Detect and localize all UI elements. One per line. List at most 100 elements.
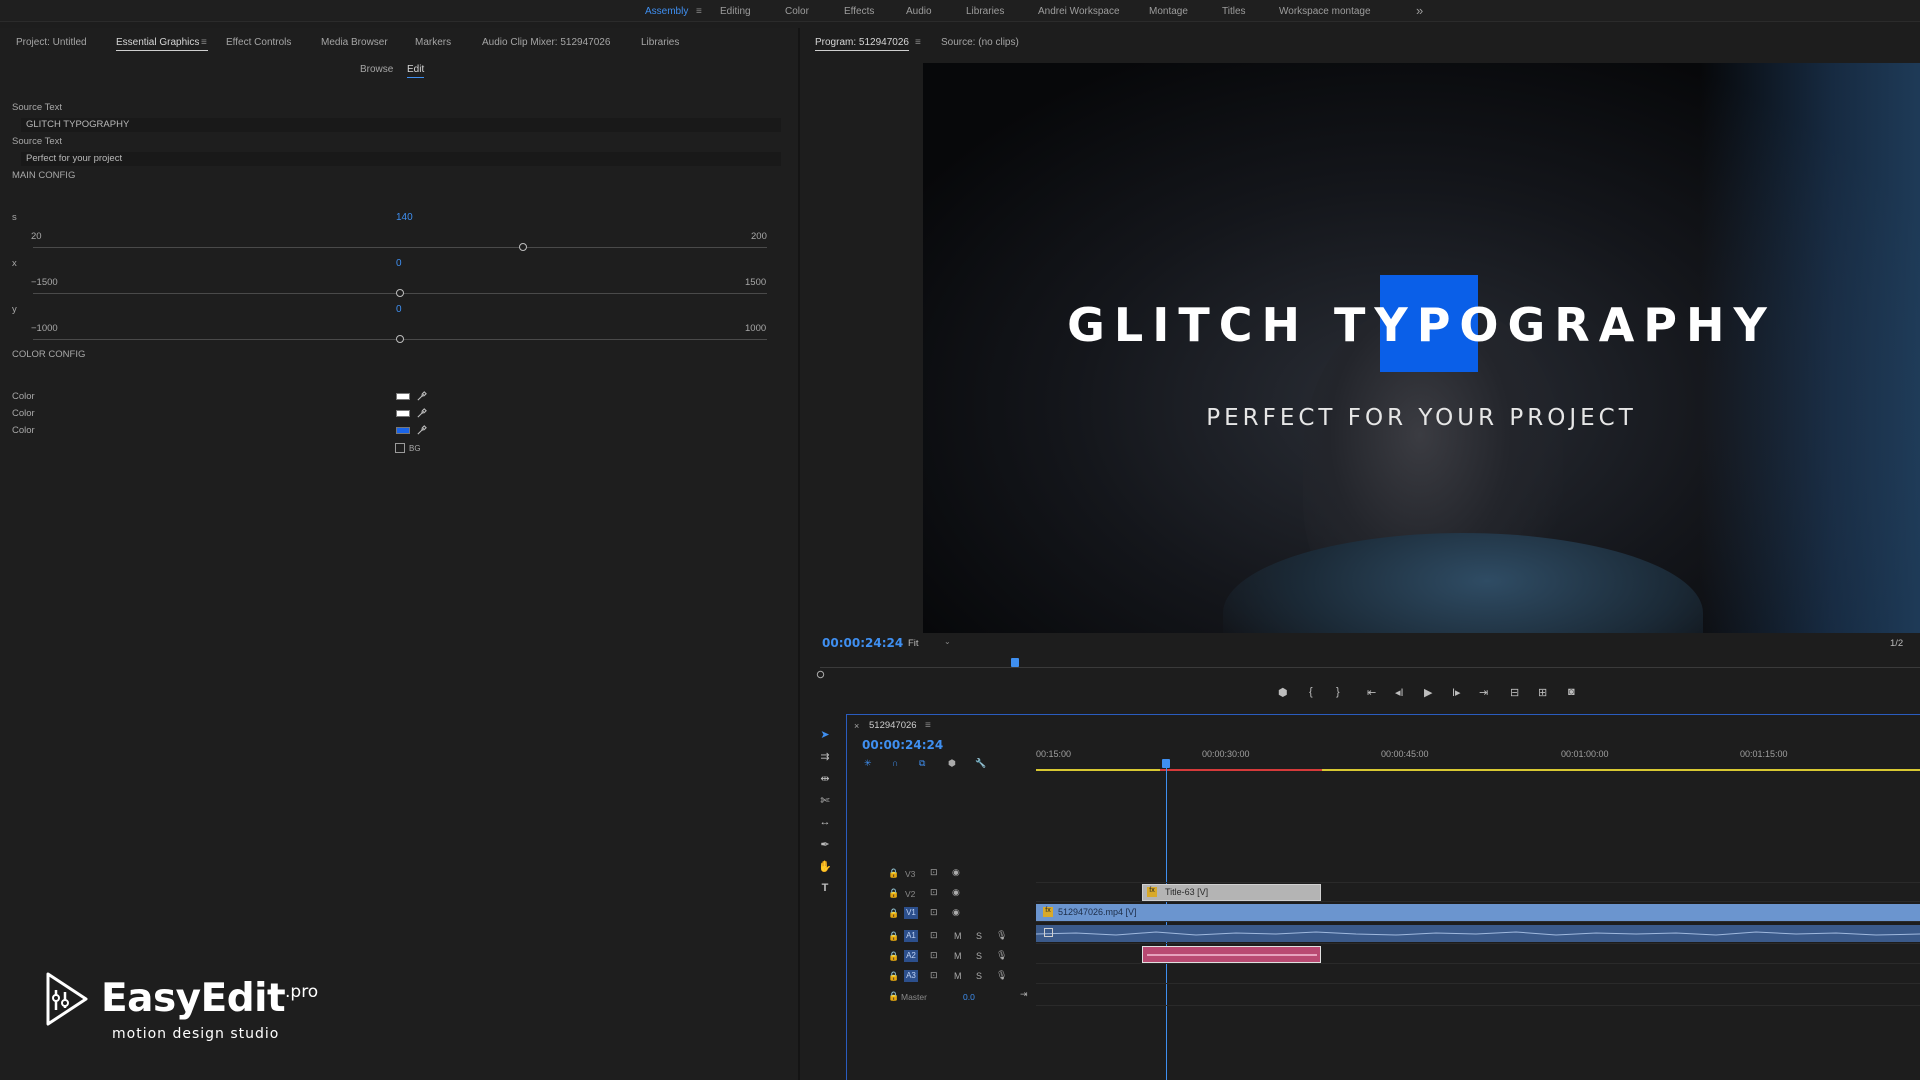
workspace-libraries[interactable]: Libraries — [966, 6, 1004, 17]
program-timecode[interactable]: 00:00:24:24 — [822, 636, 903, 650]
program-menu-icon[interactable]: ≡ — [915, 37, 921, 48]
export-frame-icon[interactable]: ◙ — [1568, 686, 1575, 698]
tab-essential-graphics[interactable]: Essential Graphics — [116, 37, 199, 48]
nest-icon[interactable]: ✳ — [864, 758, 872, 769]
tab-markers[interactable]: Markers — [415, 37, 451, 48]
selection-tool-icon[interactable]: ➤ — [818, 728, 832, 742]
color-swatch-1[interactable] — [396, 393, 410, 400]
s-slider-knob[interactable] — [518, 243, 527, 251]
track-a2[interactable]: A2 — [904, 950, 918, 962]
sync-lock-icon[interactable]: ⊡ — [930, 930, 938, 941]
track-v3[interactable]: V3 — [905, 869, 915, 879]
timeline-playhead[interactable] — [1162, 759, 1170, 768]
program-scrubber-track[interactable] — [820, 667, 1920, 668]
workspace-color[interactable]: Color — [785, 6, 809, 17]
sync-lock-icon[interactable]: ⊡ — [930, 970, 938, 981]
y-slider-knob[interactable] — [396, 335, 404, 343]
eye-icon[interactable]: ◉ — [952, 867, 960, 878]
workspace-montage[interactable]: Montage — [1149, 6, 1188, 17]
source-text-field-2[interactable]: Perfect for your project — [21, 152, 781, 166]
add-marker-icon[interactable]: ⬢ — [948, 758, 956, 769]
color-swatch-2[interactable] — [396, 410, 410, 417]
bg-checkbox[interactable] — [395, 443, 405, 453]
eye-icon[interactable]: ◉ — [952, 887, 960, 898]
slip-tool-icon[interactable]: ↔ — [818, 816, 832, 830]
resolution-dropdown[interactable]: 1/2 — [1890, 638, 1903, 649]
go-to-end-icon[interactable]: ⇥ — [1020, 989, 1028, 1000]
color-swatch-3[interactable] — [396, 427, 410, 434]
in-point-icon[interactable] — [816, 670, 825, 679]
sync-lock-icon[interactable]: ⊡ — [930, 867, 938, 878]
sync-lock-icon[interactable]: ⊡ — [930, 907, 938, 918]
step-back-icon[interactable]: ◂I — [1395, 686, 1404, 699]
tab-program[interactable]: Program: 512947026 — [815, 37, 909, 48]
tab-audio-clip-mixer[interactable]: Audio Clip Mixer: 512947026 — [482, 37, 610, 48]
ripple-edit-tool-icon[interactable]: ⇹ — [818, 772, 832, 786]
add-marker-icon[interactable]: ⬢ — [1278, 686, 1288, 699]
play-icon[interactable]: ▶ — [1424, 686, 1432, 699]
go-to-out-icon[interactable]: ⇥ — [1479, 686, 1488, 699]
tab-libraries[interactable]: Libraries — [641, 37, 679, 48]
workspace-editing[interactable]: Editing — [720, 6, 751, 17]
s-value[interactable]: 140 — [396, 212, 413, 223]
workspace-menu-icon[interactable]: ≡ — [696, 6, 702, 17]
sequence-tab[interactable]: 512947026 — [869, 720, 917, 731]
track-v2[interactable]: V2 — [905, 889, 915, 899]
microphone-icon[interactable]: 🎙 — [996, 950, 1007, 961]
workspace-assembly[interactable]: Assembly — [645, 6, 688, 17]
track-a3[interactable]: A3 — [904, 970, 918, 982]
sequence-menu-icon[interactable]: ≡ — [925, 720, 931, 731]
mute-button[interactable]: M — [954, 951, 962, 961]
chevron-down-icon[interactable]: ⌄ — [944, 637, 951, 646]
extract-icon[interactable]: ⊞ — [1538, 686, 1547, 699]
tab-project[interactable]: Project: Untitled — [16, 37, 87, 48]
close-sequence-icon[interactable]: × — [854, 721, 859, 731]
tab-effect-controls[interactable]: Effect Controls — [226, 37, 291, 48]
workspace-titles[interactable]: Titles — [1222, 6, 1246, 17]
program-playhead[interactable] — [1011, 658, 1019, 667]
solo-button[interactable]: S — [976, 971, 982, 981]
mark-in-icon[interactable]: { — [1309, 686, 1313, 698]
track-select-tool-icon[interactable]: ⇉ — [818, 750, 832, 764]
microphone-icon[interactable]: 🎙 — [996, 930, 1007, 941]
eyedropper-icon[interactable] — [416, 425, 427, 436]
go-to-in-icon[interactable]: ⇤ — [1367, 686, 1376, 699]
sync-lock-icon[interactable]: ⊡ — [930, 887, 938, 898]
x-value[interactable]: 0 — [396, 258, 402, 269]
snap-icon[interactable]: ∩ — [892, 758, 898, 768]
eyedropper-icon[interactable] — [416, 391, 427, 402]
track-a1[interactable]: A1 — [904, 930, 918, 942]
title-clip[interactable]: fx Title-63 [V] — [1142, 884, 1321, 901]
master-value[interactable]: 0.0 — [963, 992, 975, 1002]
microphone-icon[interactable]: 🎙 — [996, 970, 1007, 981]
panel-menu-icon[interactable]: ≡ — [201, 37, 207, 48]
tab-source[interactable]: Source: (no clips) — [941, 37, 1019, 48]
lift-icon[interactable]: ⊟ — [1510, 686, 1519, 699]
x-slider-knob[interactable] — [396, 289, 404, 297]
y-value[interactable]: 0 — [396, 304, 402, 315]
hand-tool-icon[interactable]: ✋ — [818, 860, 832, 874]
razor-tool-icon[interactable]: ✄ — [818, 794, 832, 808]
track-v1[interactable]: V1 — [904, 907, 918, 919]
solo-button[interactable]: S — [976, 951, 982, 961]
wrench-icon[interactable]: 🔧 — [975, 758, 986, 769]
mark-out-icon[interactable]: } — [1336, 686, 1340, 698]
eye-icon[interactable]: ◉ — [952, 907, 960, 918]
timeline-timecode[interactable]: 00:00:24:24 — [862, 738, 943, 752]
mute-button[interactable]: M — [954, 931, 962, 941]
workspace-audio[interactable]: Audio — [906, 6, 932, 17]
video-clip[interactable]: fx 512947026.mp4 [V] — [1036, 904, 1920, 921]
workspace-overflow-icon[interactable]: » — [1416, 3, 1423, 18]
fit-dropdown[interactable]: Fit — [908, 638, 919, 649]
type-tool-icon[interactable]: T — [818, 882, 832, 896]
audio-clip-a1[interactable] — [1036, 925, 1920, 942]
eyedropper-icon[interactable] — [416, 408, 427, 419]
linked-selection-icon[interactable]: ⧉ — [919, 758, 925, 769]
pen-tool-icon[interactable]: ✒ — [818, 838, 832, 852]
audio-clip-a2[interactable] — [1142, 946, 1321, 963]
workspace-effects[interactable]: Effects — [844, 6, 874, 17]
tab-media-browser[interactable]: Media Browser — [321, 37, 388, 48]
browse-tab[interactable]: Browse — [360, 64, 393, 75]
edit-tab[interactable]: Edit — [407, 64, 424, 75]
sync-lock-icon[interactable]: ⊡ — [930, 950, 938, 961]
